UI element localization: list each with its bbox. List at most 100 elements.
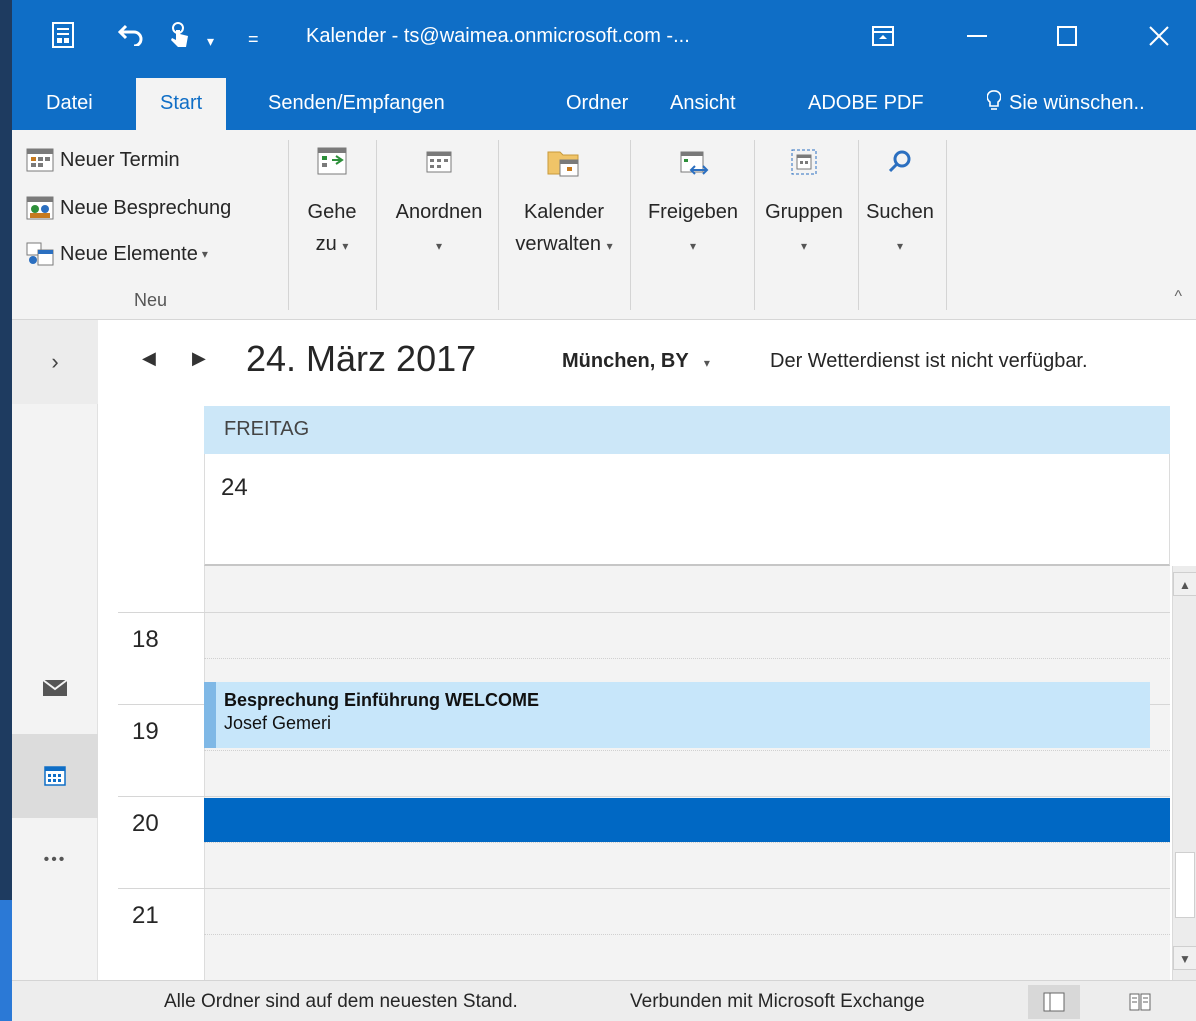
selected-time-slot[interactable] [204, 798, 1170, 842]
reading-view-button[interactable] [1114, 985, 1166, 1019]
groups-button[interactable]: Gruppen ▾ [754, 142, 854, 262]
calendar-date-title: 24. März 2017 [246, 338, 477, 379]
close-button[interactable] [1134, 16, 1184, 56]
minimize-button[interactable] [952, 16, 1002, 56]
arrange-label: Anordnen [395, 201, 483, 223]
collapse-ribbon-button[interactable]: ^ [1174, 288, 1182, 306]
ribbon: Neuer Termin Neue Besprechung Neue Eleme… [12, 130, 1196, 320]
scroll-up-button[interactable]: ▲ [1173, 572, 1196, 596]
desktop-edge-accent [0, 900, 12, 1021]
hour-label-20: 20 [132, 810, 159, 837]
next-day-button[interactable]: ▶ [192, 348, 206, 369]
touch-mode-icon[interactable] [168, 22, 192, 54]
tab-start[interactable]: Start [136, 78, 227, 130]
mail-icon [42, 679, 68, 696]
goto-label-1: Gehe [307, 201, 357, 223]
all-day-area[interactable]: 24 [204, 454, 1170, 566]
event-organizer: Josef Gemeri [224, 713, 332, 733]
manage-calendars-label-1: Kalender [523, 201, 605, 223]
arrange-button[interactable]: Anordnen ▾ [384, 142, 494, 262]
ribbon-display-options-button[interactable] [858, 16, 908, 56]
goto-date-icon [312, 142, 352, 182]
tab-ansicht[interactable]: Ansicht [670, 78, 736, 130]
lightbulb-icon [986, 90, 1002, 110]
hour-line [118, 612, 1170, 613]
ribbon-display-icon [872, 26, 894, 46]
undo-icon[interactable] [117, 22, 144, 52]
half-hour-line [204, 842, 1170, 843]
weekday-label: FREITAG [224, 418, 310, 440]
maximize-button[interactable] [1042, 16, 1092, 56]
calendar-event[interactable]: Besprechung Einführung WELCOME Josef Gem… [204, 682, 1150, 748]
status-bar: Alle Ordner sind auf dem neuesten Stand.… [12, 980, 1196, 1021]
manage-calendars-button[interactable]: Kalender verwalten ▾ [502, 142, 626, 262]
new-meeting-button[interactable]: Neue Besprechung [26, 196, 231, 220]
new-appointment-label: Neuer Termin [60, 148, 180, 171]
new-items-icon [26, 242, 54, 266]
weather-location-button[interactable]: München, BY ▾ [562, 350, 710, 373]
expand-folder-pane-button[interactable]: › [12, 320, 98, 404]
vertical-scrollbar[interactable]: ▲ ▼ [1172, 566, 1196, 980]
scroll-down-button[interactable]: ▼ [1173, 946, 1196, 970]
ribbon-separator [288, 140, 289, 310]
search-dropdown-icon: ▾ [896, 239, 904, 253]
previous-day-button[interactable]: ◀ [142, 348, 156, 369]
calendar-appointment-icon [26, 148, 54, 172]
share-dropdown-icon: ▾ [689, 239, 697, 253]
share-label: Freigeben [647, 201, 739, 223]
hour-line [118, 888, 1170, 889]
day-header: FREITAG [204, 406, 1170, 454]
sync-status: Alle Ordner sind auf dem neuesten Stand. [164, 991, 518, 1012]
hour-label-18: 18 [132, 626, 159, 653]
nav-calendar[interactable] [12, 734, 98, 818]
nav-more-button[interactable]: ••• [12, 818, 98, 902]
search-button[interactable]: Suchen ▾ [858, 142, 942, 262]
calendar-groups-icon [784, 142, 824, 182]
tell-me-button[interactable]: Sie wünschen.. [986, 78, 1145, 130]
arrange-dropdown-icon: ▾ [435, 239, 443, 253]
scroll-thumb[interactable] [1175, 852, 1195, 918]
share-button[interactable]: Freigeben ▾ [634, 142, 752, 262]
goto-button[interactable]: Gehe zu ▾ [302, 142, 362, 262]
new-items-button[interactable]: Neue Elemente ▾ [26, 242, 208, 266]
tab-ordner[interactable]: Ordner [566, 78, 628, 130]
group-label-neu: Neu [134, 290, 168, 310]
arrange-calendar-icon [419, 142, 459, 182]
title-bar: ▾ = Kalender - ts@waimea.onmicrosoft.com… [12, 0, 1196, 78]
manage-calendars-label-2: verwalten [515, 233, 601, 255]
send-receive-icon[interactable] [52, 22, 74, 54]
tab-datei[interactable]: Datei [46, 78, 93, 130]
nav-mail[interactable] [12, 646, 98, 730]
groups-label: Gruppen [765, 201, 843, 223]
hour-label-19: 19 [132, 718, 159, 745]
time-grid[interactable] [204, 566, 1170, 980]
goto-label-2: zu [315, 233, 337, 255]
calendar-icon [44, 766, 66, 786]
customize-quick-access-button[interactable]: = [248, 26, 259, 52]
ribbon-separator [946, 140, 947, 310]
tab-adobe-pdf[interactable]: ADOBE PDF [808, 78, 924, 130]
search-icon [880, 142, 920, 182]
minimize-icon [967, 35, 987, 37]
new-meeting-label: Neue Besprechung [60, 196, 232, 219]
event-title: Besprechung Einführung WELCOME [224, 690, 539, 710]
half-hour-line [204, 658, 1170, 659]
search-label: Suchen [866, 201, 934, 223]
tab-senden-empfangen[interactable]: Senden/Empfangen [268, 78, 445, 130]
weather-location-label: München, BY [562, 350, 689, 372]
normal-view-icon [1043, 992, 1065, 1012]
manage-calendars-dropdown-icon: ▾ [606, 239, 613, 253]
tell-me-label: Sie wünschen.. [1009, 92, 1145, 114]
touch-mode-dropdown[interactable]: ▾ [207, 28, 214, 54]
half-hour-line [204, 750, 1170, 751]
new-items-dropdown-icon: ▾ [201, 247, 208, 261]
window-title: Kalender - ts@waimea.onmicrosoft.com -..… [306, 25, 690, 47]
meeting-icon [26, 196, 54, 220]
share-calendar-icon [673, 142, 713, 182]
half-hour-line [204, 934, 1170, 935]
normal-view-button[interactable] [1028, 985, 1080, 1019]
new-appointment-button[interactable]: Neuer Termin [26, 148, 180, 172]
hour-label-21: 21 [132, 902, 159, 929]
connection-status: Verbunden mit Microsoft Exchange [630, 991, 925, 1012]
ribbon-separator [376, 140, 377, 310]
